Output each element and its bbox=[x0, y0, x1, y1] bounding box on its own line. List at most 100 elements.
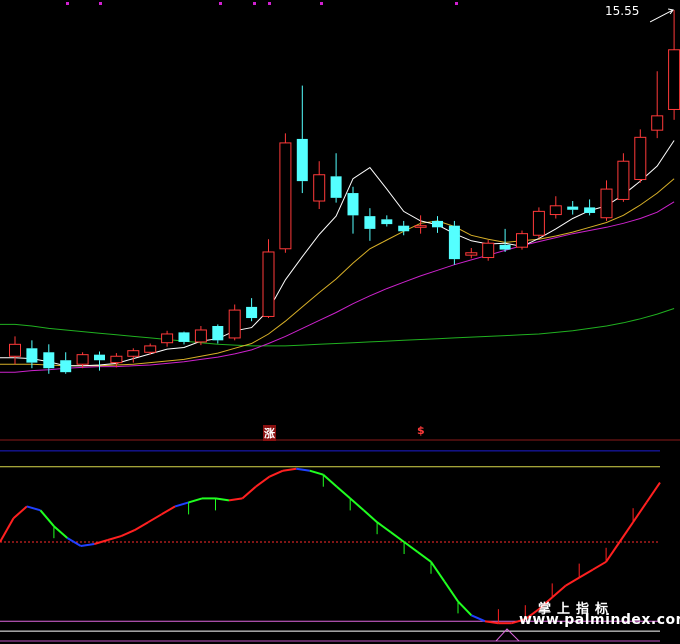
candle-28-body bbox=[482, 242, 495, 259]
price-label: 15.55 bbox=[605, 4, 640, 18]
candle-5-body bbox=[94, 354, 105, 361]
candle-12 bbox=[212, 324, 224, 344]
indicator-segment-20 bbox=[268, 469, 284, 478]
candle-16 bbox=[279, 133, 292, 253]
top-dot-2 bbox=[219, 2, 222, 5]
signal-marker-dollar: $ bbox=[417, 424, 425, 437]
candle-33-body bbox=[567, 206, 579, 210]
candle-39 bbox=[668, 9, 680, 120]
indicator-segment-45 bbox=[605, 541, 621, 563]
candle-21-body bbox=[364, 216, 376, 229]
indicator-segment-24 bbox=[322, 473, 338, 488]
indicator-segment-47 bbox=[632, 501, 648, 523]
indicator-segment-28 bbox=[376, 521, 392, 533]
candle-17 bbox=[296, 85, 308, 194]
candle-30 bbox=[516, 230, 528, 250]
indicator-segment-39 bbox=[524, 608, 540, 621]
indicator-segment-26 bbox=[349, 497, 365, 512]
indicator-segment-6 bbox=[80, 543, 95, 547]
indicator-segment-43 bbox=[578, 568, 594, 579]
candle-33 bbox=[567, 201, 579, 215]
candle-37 bbox=[634, 129, 647, 183]
candle-17-body bbox=[296, 138, 308, 182]
signal-marker-rise: 涨 bbox=[263, 425, 276, 441]
indicator-segment-40 bbox=[538, 596, 553, 611]
indicator-segment-29 bbox=[390, 531, 405, 543]
indicator-segment-14 bbox=[188, 497, 203, 504]
top-dot-5 bbox=[320, 2, 323, 5]
candle-31-body bbox=[532, 210, 545, 236]
indicator-segment-19 bbox=[255, 475, 270, 488]
candle-4-body bbox=[76, 354, 89, 365]
price-arrow-shaft bbox=[649, 9, 674, 23]
indicator-segment-41 bbox=[551, 584, 567, 599]
candle-34-body bbox=[584, 207, 596, 213]
ma-green-line bbox=[0, 308, 675, 347]
candle-32 bbox=[549, 196, 562, 219]
candle-11-body bbox=[194, 329, 207, 343]
moving-average-lines bbox=[0, 140, 675, 373]
candle-36-body bbox=[617, 160, 630, 200]
candle-37-body bbox=[634, 136, 647, 181]
indicator-segment-10 bbox=[134, 521, 149, 531]
indicator-segment-16 bbox=[215, 497, 230, 502]
candle-23-body bbox=[398, 225, 410, 232]
candle-15 bbox=[262, 239, 275, 319]
indicator-segment-23 bbox=[309, 469, 324, 476]
candle-10-body bbox=[178, 332, 190, 342]
candle-12-body bbox=[212, 326, 224, 341]
indicator-segment-17 bbox=[228, 497, 243, 502]
candle-18 bbox=[313, 161, 326, 209]
top-dot-4 bbox=[268, 2, 271, 5]
indicator-segment-3 bbox=[39, 509, 55, 527]
indicator-segment-18 bbox=[241, 485, 257, 500]
indicator-segment-21 bbox=[282, 467, 297, 472]
candle-13-body bbox=[228, 309, 241, 339]
candle-6-body bbox=[110, 355, 123, 364]
indicator-segment-1 bbox=[12, 505, 28, 519]
indicator-segment-34 bbox=[457, 600, 473, 616]
indicator-segment-4 bbox=[53, 525, 68, 539]
indicator-segment-12 bbox=[161, 505, 176, 516]
candlesticks bbox=[9, 9, 680, 374]
candle-22-body bbox=[381, 219, 393, 225]
candle-21 bbox=[364, 208, 376, 241]
candle-19 bbox=[330, 153, 342, 203]
candle-25-body bbox=[432, 220, 443, 228]
candle-27 bbox=[465, 247, 478, 259]
candle-18-body bbox=[313, 174, 326, 202]
candle-19-body bbox=[330, 176, 342, 198]
candle-0-body bbox=[9, 343, 21, 357]
indicator-segment-11 bbox=[147, 513, 163, 524]
candle-31 bbox=[532, 207, 545, 239]
indicator-segment-13 bbox=[174, 501, 189, 508]
candle-1-body bbox=[26, 348, 38, 363]
indicator-segment-0 bbox=[0, 517, 15, 543]
indicator-segment-27 bbox=[363, 509, 378, 523]
candle-26-body bbox=[448, 225, 460, 260]
top-dot-0 bbox=[66, 2, 69, 5]
candle-13 bbox=[228, 304, 241, 341]
ma-white-line bbox=[0, 140, 675, 367]
indicator-line bbox=[0, 467, 661, 625]
price-arrow bbox=[649, 8, 674, 23]
candle-8-body bbox=[144, 345, 157, 353]
candle-7 bbox=[127, 348, 140, 363]
indicator-segment-44 bbox=[592, 560, 607, 571]
candle-14 bbox=[246, 298, 258, 322]
candle-3 bbox=[60, 352, 72, 374]
candle-36 bbox=[617, 153, 630, 202]
candle-29 bbox=[499, 228, 511, 252]
candle-9 bbox=[161, 330, 174, 347]
candle-35 bbox=[600, 180, 613, 221]
candle-29-body bbox=[499, 244, 511, 250]
candle-15-body bbox=[262, 251, 275, 317]
candle-38-body bbox=[651, 115, 664, 131]
indicator-segment-2 bbox=[26, 505, 41, 512]
candle-24 bbox=[414, 215, 427, 234]
candle-0 bbox=[9, 336, 21, 365]
indicator-segment-31 bbox=[417, 551, 432, 563]
candle-20 bbox=[347, 186, 359, 234]
candle-27-body bbox=[465, 252, 478, 256]
candle-2-body bbox=[43, 352, 55, 369]
